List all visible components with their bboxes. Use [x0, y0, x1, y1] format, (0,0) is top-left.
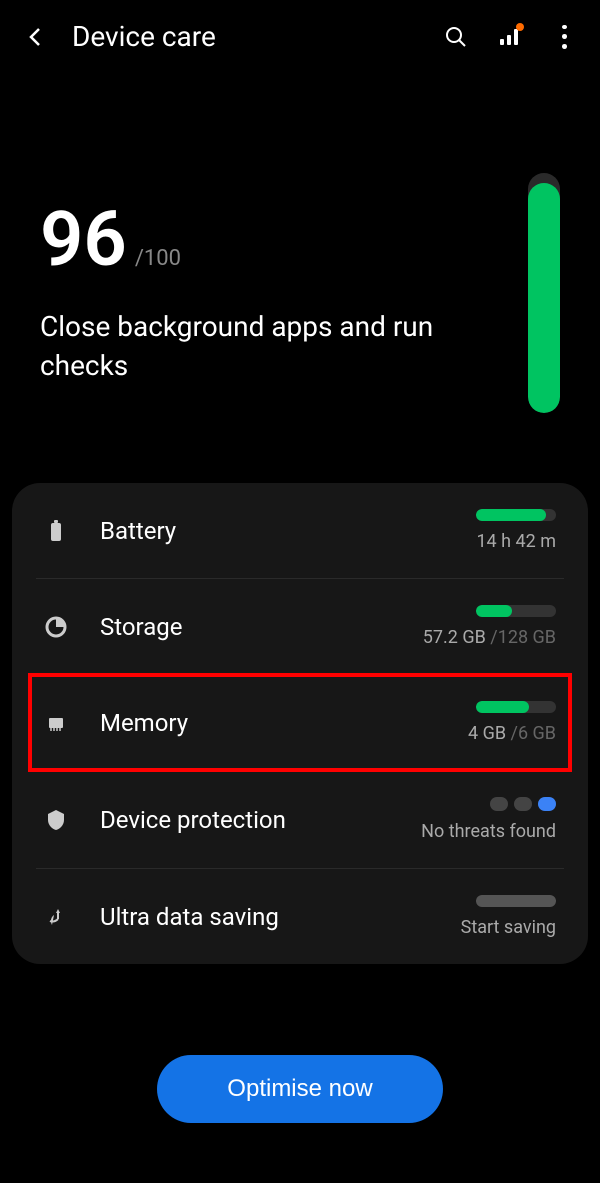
data-saving-icon: [44, 905, 68, 929]
protection-dots: [490, 797, 556, 811]
back-icon[interactable]: [24, 25, 48, 49]
bottom-action-area: Optimise now: [0, 1055, 600, 1123]
list-label: Ultra data saving: [100, 903, 279, 931]
battery-icon: [44, 519, 68, 543]
ultra-value: Start saving: [461, 917, 556, 938]
storage-bar: [476, 605, 556, 617]
signal-icon[interactable]: [498, 25, 522, 49]
header-actions: [444, 25, 576, 49]
list-label: Battery: [100, 517, 176, 545]
score-bar: [528, 173, 560, 413]
list-item-ultra-data[interactable]: Ultra data saving Start saving: [36, 869, 564, 964]
score-max: /100: [135, 246, 181, 271]
notification-dot: [516, 23, 524, 31]
storage-icon: [44, 615, 68, 639]
memory-value: 4 GB /6 GB: [468, 723, 556, 744]
list-item-protection[interactable]: Device protection No threats found: [36, 771, 564, 869]
care-list: Battery 14 h 42 m Storage 57.2 GB /128 G…: [12, 483, 588, 964]
protection-value: No threats found: [421, 821, 556, 842]
battery-value: 14 h 42 m: [476, 531, 556, 552]
shield-icon: [44, 808, 68, 832]
score-bar-fill: [528, 183, 560, 413]
list-label: Device protection: [100, 806, 286, 834]
search-icon[interactable]: [444, 25, 468, 49]
list-label: Storage: [100, 613, 182, 641]
score-message: Close background apps and run checks: [40, 307, 508, 385]
score-section: 96 /100 Close background apps and run ch…: [0, 73, 600, 473]
optimise-button[interactable]: Optimise now: [157, 1055, 442, 1123]
ultra-bar: [476, 895, 556, 907]
list-label: Memory: [100, 709, 188, 737]
memory-icon: [44, 711, 68, 735]
battery-bar: [476, 509, 556, 521]
list-item-battery[interactable]: Battery 14 h 42 m: [36, 483, 564, 579]
memory-bar: [476, 701, 556, 713]
more-icon[interactable]: [552, 25, 576, 49]
page-title: Device care: [72, 20, 420, 53]
list-item-memory[interactable]: Memory 4 GB /6 GB: [36, 675, 564, 771]
list-item-storage[interactable]: Storage 57.2 GB /128 GB: [36, 579, 564, 675]
score-value: 96: [40, 201, 127, 277]
app-header: Device care: [0, 0, 600, 73]
score-row: 96 /100: [40, 201, 508, 277]
storage-value: 57.2 GB /128 GB: [423, 627, 556, 648]
